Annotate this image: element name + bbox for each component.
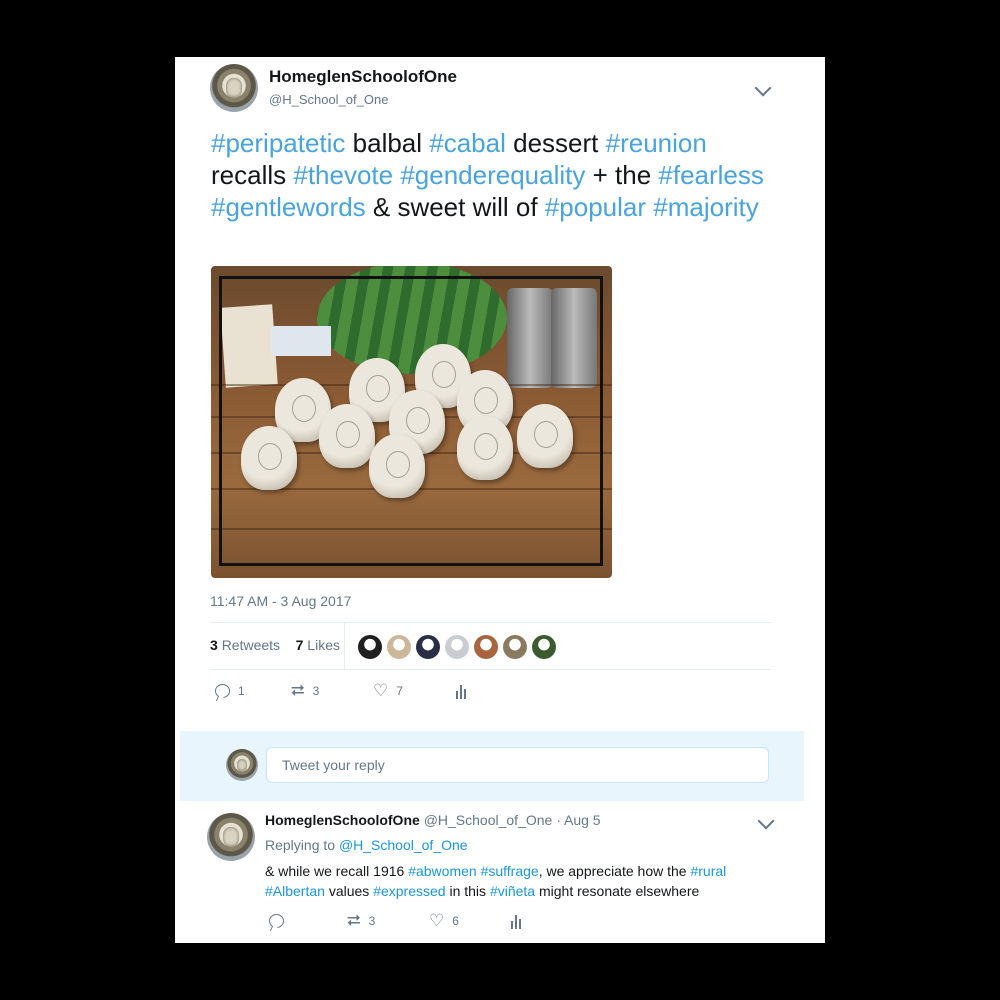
retweet-count: 3 (312, 683, 320, 698)
divider (344, 623, 345, 669)
text-segment: values (324, 883, 374, 899)
text-segment: might resonate elsewhere (535, 883, 700, 899)
liker-avatar[interactable] (445, 635, 469, 659)
replying-to: Replying to @H_School_of_One (265, 837, 468, 853)
engagement-stats: 3 Retweets 7 Likes (210, 637, 340, 653)
like-button[interactable]: ♡ 6 (429, 912, 459, 929)
reply-input[interactable]: Tweet your reply (266, 747, 769, 783)
hashtag-link[interactable]: #thevote (293, 160, 393, 190)
reply-tweet[interactable]: HomeglenSchoolofOne @H_School_of_One · A… (175, 801, 825, 943)
text-segment: & while we recall 1916 (265, 863, 409, 879)
retweet-button[interactable]: ⮂ 3 (347, 912, 375, 929)
analytics-button[interactable] (456, 685, 466, 699)
tweet-text: #peripatetic balbal #cabal dessert #reun… (211, 127, 771, 223)
photo-frame (219, 276, 603, 566)
chevron-down-icon[interactable] (754, 79, 772, 97)
reply-header: HomeglenSchoolofOne @H_School_of_One · A… (265, 812, 601, 828)
hashtag-link[interactable]: #popular (545, 192, 646, 222)
text-segment: , we appreciate how the (538, 863, 691, 879)
analytics-icon (456, 685, 466, 699)
reply-icon (215, 684, 230, 698)
text-segment: & sweet will of (365, 192, 545, 222)
reply-text: & while we recall 1916 #abwomen #suffrag… (265, 861, 765, 901)
current-user-avatar[interactable] (226, 749, 258, 781)
hashtag-link[interactable]: #Albertan (265, 883, 325, 899)
text-segment: + the (585, 160, 659, 190)
divider (210, 622, 771, 623)
like-count: 7 (396, 683, 403, 698)
hashtag-link[interactable]: #peripatetic (211, 128, 345, 158)
tweet-card: HomeglenSchoolofOne @H_School_of_One #pe… (175, 57, 825, 943)
hashtag-link[interactable]: #suffrage (481, 863, 539, 879)
hashtag-link[interactable]: #rural (690, 863, 726, 879)
reply-author-avatar[interactable] (207, 813, 255, 861)
retweets-stat[interactable]: 3 Retweets (210, 637, 280, 653)
liker-avatar[interactable] (416, 635, 440, 659)
text-segment: dessert (505, 128, 606, 158)
author-display-name[interactable]: HomeglenSchoolofOne (269, 67, 457, 87)
hashtag-link[interactable]: #genderequality (400, 160, 585, 190)
divider (210, 669, 771, 670)
text-segment: recalls (211, 160, 294, 190)
hashtag-link[interactable]: #abwomen (408, 863, 477, 879)
liker-avatar[interactable] (474, 635, 498, 659)
replying-label: Replying to (265, 837, 336, 853)
analytics-button[interactable] (511, 915, 521, 929)
liker-avatar[interactable] (358, 635, 382, 659)
heart-icon: ♡ (429, 911, 445, 930)
hashtag-link[interactable]: #expressed (373, 883, 445, 899)
retweet-button[interactable]: ⮂ 3 (291, 682, 319, 699)
reply-button[interactable]: 1 (215, 684, 245, 698)
reply-icon (269, 914, 284, 928)
liker-avatar[interactable] (387, 635, 411, 659)
retweet-icon: ⮂ (291, 681, 305, 700)
replying-handle-link[interactable]: @H_School_of_One (339, 837, 468, 853)
chevron-down-icon[interactable] (757, 812, 775, 830)
hashtag-link[interactable]: #reunion (606, 128, 707, 158)
hashtag-link[interactable]: #gentlewords (211, 192, 366, 222)
retweet-count: 3 (368, 913, 376, 928)
reply-button[interactable] (269, 914, 292, 928)
author-handle[interactable]: @H_School_of_One (269, 92, 388, 107)
reply-composer: Tweet your reply (180, 731, 804, 801)
analytics-icon (511, 915, 521, 929)
text-segment: in this (445, 883, 490, 899)
reply-author-name[interactable]: HomeglenSchoolofOne (265, 812, 420, 828)
liker-avatar[interactable] (503, 635, 527, 659)
likes-stat[interactable]: 7 Likes (296, 637, 340, 653)
author-avatar[interactable] (210, 64, 258, 112)
hashtag-link[interactable]: #cabal (429, 128, 506, 158)
reply-count: 1 (238, 684, 245, 698)
like-button[interactable]: ♡ 7 (373, 682, 403, 699)
hashtag-link[interactable]: #fearless (658, 160, 764, 190)
like-count: 6 (452, 913, 459, 928)
liker-avatar[interactable] (532, 635, 556, 659)
tweet-photo[interactable] (211, 266, 612, 578)
hashtag-link[interactable]: #viñeta (490, 883, 535, 899)
hashtag-link[interactable]: #majority (653, 192, 758, 222)
tweet-timestamp[interactable]: 11:47 AM - 3 Aug 2017 (210, 593, 351, 609)
text-segment: balbal (345, 128, 430, 158)
heart-icon: ♡ (373, 681, 389, 700)
reply-handle-time[interactable]: @H_School_of_One · Aug 5 (424, 812, 601, 828)
retweet-icon: ⮂ (347, 911, 361, 930)
